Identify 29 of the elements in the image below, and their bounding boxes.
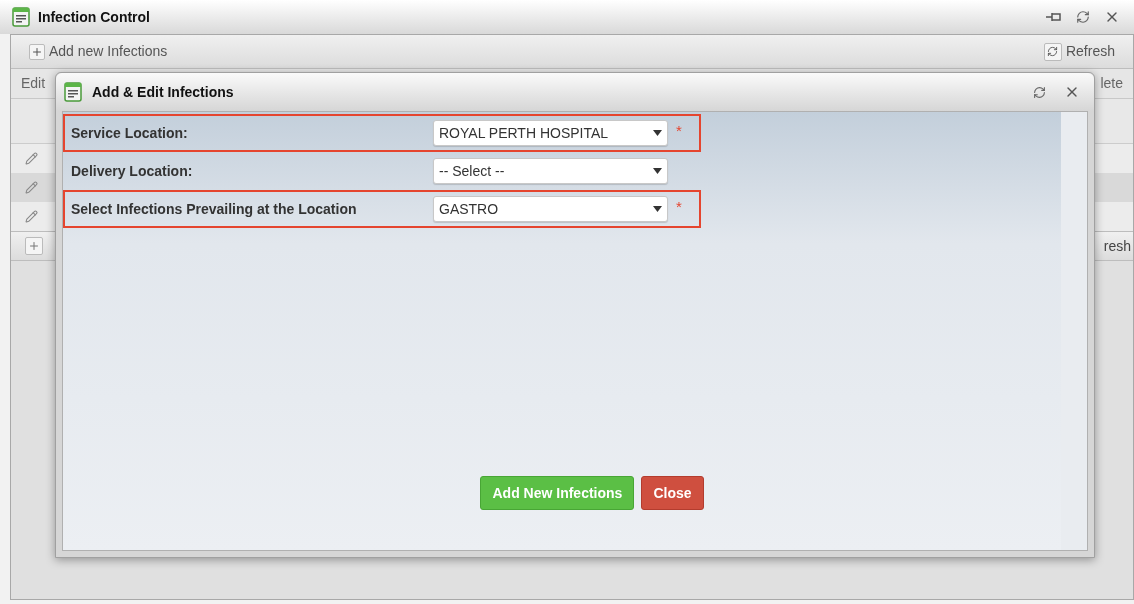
required-mark: * bbox=[676, 121, 682, 141]
form-icon bbox=[12, 7, 30, 27]
caret-icon bbox=[653, 206, 662, 212]
dialog-title: Add & Edit Infections bbox=[92, 82, 234, 102]
refresh-icon bbox=[1047, 46, 1059, 57]
add-infections-button[interactable]: Add new Infections bbox=[29, 41, 168, 62]
dropdown-field[interactable]: GASTRO bbox=[433, 196, 668, 222]
edit-icon[interactable] bbox=[25, 210, 38, 223]
form-icon bbox=[64, 82, 82, 102]
refresh-label[interactable]: resh bbox=[1103, 235, 1131, 257]
close-button[interactable]: Close bbox=[641, 476, 704, 510]
refresh-icon[interactable] bbox=[1033, 85, 1046, 99]
refresh-icon[interactable] bbox=[1076, 10, 1090, 24]
window-title: Infection Control bbox=[38, 7, 150, 27]
plus-icon[interactable] bbox=[28, 240, 40, 252]
refresh-button[interactable]: Refresh bbox=[1043, 41, 1115, 62]
caret-icon bbox=[653, 130, 662, 136]
field-label: Delivery Location: bbox=[71, 161, 194, 181]
field-label: Select Infections Prevailing at the Location bbox=[71, 199, 358, 219]
dropdown-field[interactable]: -- Select -- bbox=[433, 158, 668, 184]
plus-icon bbox=[31, 45, 43, 58]
field-label: Service Location: bbox=[71, 123, 189, 143]
column-header: lete bbox=[1100, 74, 1123, 93]
dropdown-field[interactable]: ROYAL PERTH HOSPITAL bbox=[433, 120, 668, 146]
required-mark: * bbox=[676, 197, 682, 217]
edit-icon[interactable] bbox=[25, 152, 38, 165]
column-header: Edit bbox=[21, 74, 46, 93]
pin-icon[interactable] bbox=[1046, 12, 1062, 22]
edit-icon[interactable] bbox=[25, 181, 38, 194]
